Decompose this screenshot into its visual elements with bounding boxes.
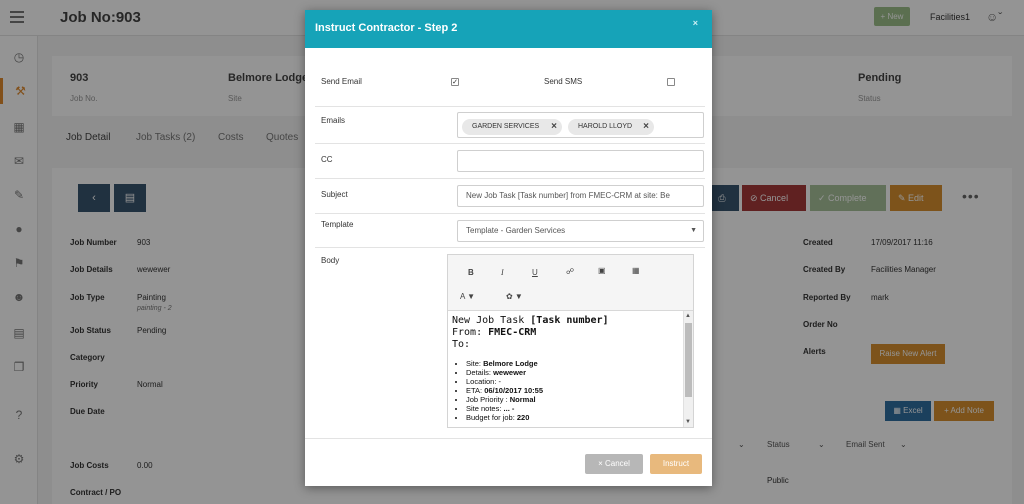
list-item-key: Budget for job: bbox=[466, 413, 517, 422]
list-item-key: ETA: bbox=[466, 386, 485, 395]
list-item-value: 06/10/2017 10:55 bbox=[484, 386, 544, 395]
body-label: Body bbox=[321, 256, 340, 265]
list-item-key: Location: - bbox=[466, 377, 502, 386]
scrollbar-thumb[interactable] bbox=[685, 323, 692, 397]
body-location: Location: - bbox=[466, 377, 680, 386]
modal-title: Instruct Contractor - Step 2 bbox=[315, 22, 458, 34]
body-content[interactable]: New Job Task [Task number] From: FMEC-CR… bbox=[452, 315, 680, 427]
instruct-contractor-modal: Instruct Contractor - Step 2 × Send Emai… bbox=[305, 10, 712, 486]
body-site-notes: Site notes: ... - bbox=[466, 404, 680, 413]
body-editor[interactable]: B I U ☍ ▣ ▦ A ▼ ✿ ▼ New Job Task [Task n… bbox=[447, 254, 694, 428]
scroll-down-icon[interactable]: ▼ bbox=[685, 419, 691, 425]
modal-footer: × Cancel Instruct bbox=[305, 438, 712, 486]
list-item-key: Site: bbox=[466, 359, 484, 368]
send-email-checkbox[interactable]: ✓ bbox=[451, 78, 459, 86]
remove-tag-icon[interactable]: × bbox=[643, 119, 649, 135]
body-priority: Job Priority : Normal bbox=[466, 395, 680, 404]
email-tag: HAROLD LLOYD × bbox=[568, 119, 654, 135]
body-eta: ETA: 06/10/2017 10:55 bbox=[466, 386, 680, 395]
image-icon[interactable]: ▣ bbox=[598, 266, 606, 275]
link-icon[interactable]: ☍ bbox=[566, 267, 574, 276]
body-line-from: From: FMEC-CRM bbox=[452, 327, 680, 339]
body-details: Details: wewewer bbox=[466, 368, 680, 377]
send-options-row: Send Email ✓ Send SMS bbox=[315, 62, 705, 107]
subject-row: Subject New Job Task [Task number] from … bbox=[315, 179, 705, 214]
email-tag: GARDEN SERVICES × bbox=[462, 119, 562, 135]
highlight-color-icon[interactable]: ✿ ▼ bbox=[506, 292, 523, 301]
body-line-to: To: bbox=[452, 339, 471, 350]
body-details-list: Site: Belmore Lodge Details: wewewer Loc… bbox=[452, 359, 680, 422]
underline-icon[interactable]: U bbox=[532, 268, 538, 277]
cc-input[interactable] bbox=[457, 150, 704, 172]
cancel-label: Cancel bbox=[605, 459, 630, 468]
text-color-icon[interactable]: A ▼ bbox=[460, 292, 475, 301]
editor-scrollbar[interactable]: ▲ ▼ bbox=[683, 311, 693, 427]
cc-label: CC bbox=[321, 155, 333, 164]
body-line-task-prefix: New Job Task bbox=[452, 315, 531, 326]
body-line-task: New Job Task [Task number] bbox=[452, 315, 680, 327]
instruct-button[interactable]: Instruct bbox=[650, 454, 702, 474]
bold-icon[interactable]: B bbox=[468, 268, 474, 277]
list-item-key: Details: bbox=[466, 368, 494, 377]
list-item-value: Belmore Lodge bbox=[483, 359, 538, 368]
modal-header: Instruct Contractor - Step 2 × bbox=[305, 10, 712, 48]
close-icon[interactable]: × bbox=[693, 18, 698, 28]
list-item-value: wewewer bbox=[493, 368, 527, 377]
template-row: Template Template - Garden Services ▼ bbox=[315, 214, 705, 248]
body-line-from-prefix: From: bbox=[452, 327, 489, 338]
send-sms-checkbox[interactable] bbox=[667, 78, 675, 86]
email-tag-text: GARDEN SERVICES bbox=[472, 123, 540, 130]
list-item-key: Job Priority : bbox=[466, 395, 510, 404]
send-email-label: Send Email bbox=[321, 77, 362, 86]
email-tag-text: HAROLD LLOYD bbox=[578, 123, 633, 130]
cc-row: CC bbox=[315, 144, 705, 179]
emails-input[interactable]: GARDEN SERVICES × HAROLD LLOYD × bbox=[457, 112, 704, 138]
scroll-up-icon[interactable]: ▲ bbox=[685, 313, 691, 319]
subject-label: Subject bbox=[321, 190, 348, 199]
body-site: Site: Belmore Lodge bbox=[466, 359, 680, 368]
italic-icon[interactable]: I bbox=[501, 268, 504, 277]
dropdown-arrow-icon: ▼ bbox=[690, 227, 697, 234]
template-label: Template bbox=[321, 220, 354, 229]
table-icon[interactable]: ▦ bbox=[632, 266, 640, 275]
list-item-value: Normal bbox=[509, 395, 536, 404]
emails-row: Emails GARDEN SERVICES × HAROLD LLOYD × bbox=[315, 107, 705, 144]
list-item-value: 220 bbox=[516, 413, 530, 422]
emails-label: Emails bbox=[321, 116, 346, 125]
body-line-task-number: [Task number] bbox=[530, 315, 609, 326]
body-line-from-value: FMEC-CRM bbox=[488, 327, 537, 338]
list-item-key: Site notes: bbox=[466, 404, 504, 413]
remove-tag-icon[interactable]: × bbox=[551, 119, 557, 135]
editor-toolbar: B I U ☍ ▣ ▦ A ▼ ✿ ▼ bbox=[448, 255, 693, 311]
body-budget: Budget for job: 220 bbox=[466, 413, 680, 422]
cancel-button[interactable]: × Cancel bbox=[585, 454, 643, 474]
list-item-value: ... - bbox=[503, 404, 515, 413]
template-selected-value: Template - Garden Services bbox=[466, 226, 566, 235]
send-sms-label: Send SMS bbox=[544, 77, 583, 86]
subject-input[interactable]: New Job Task [Task number] from FMEC-CRM… bbox=[457, 185, 704, 207]
template-select[interactable]: Template - Garden Services ▼ bbox=[457, 220, 704, 242]
